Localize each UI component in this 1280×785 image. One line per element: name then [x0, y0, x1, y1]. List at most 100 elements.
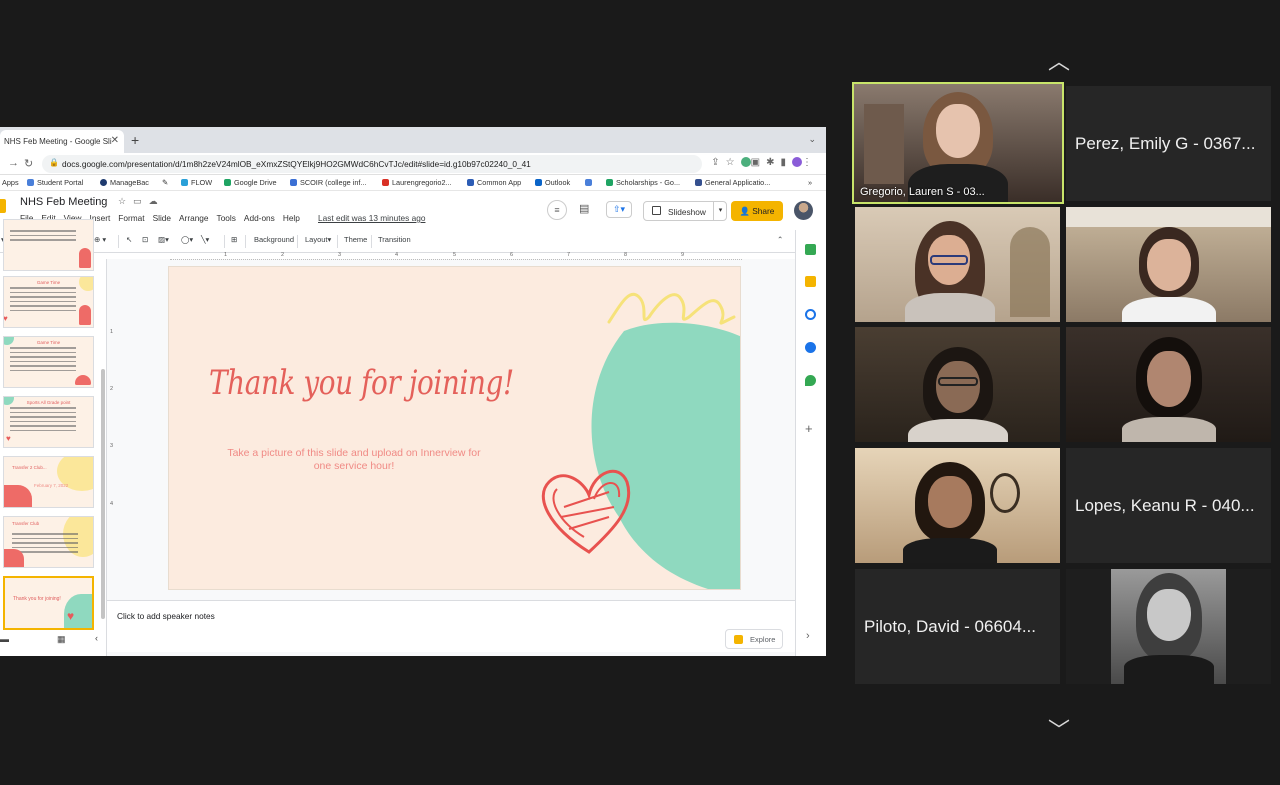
cast-icon[interactable]: ▣	[751, 157, 766, 168]
bookmarks-overflow-icon[interactable]: »	[808, 178, 812, 187]
participant-tile[interactable]: Piloto, David - 06604...	[855, 569, 1060, 684]
participant-video-tile[interactable]	[855, 207, 1060, 322]
slideshow-dropdown-icon[interactable]: ▾	[713, 201, 727, 221]
theme-button[interactable]: Theme	[344, 235, 367, 244]
comments-icon[interactable]: ▤	[579, 202, 589, 215]
layout-button[interactable]: Layout▾	[305, 235, 331, 244]
contacts-icon[interactable]	[805, 342, 816, 353]
bookmark-icon[interactable]: ✎	[162, 178, 168, 187]
slides-logo-icon[interactable]	[0, 199, 6, 213]
url-bar[interactable]: 🔒 docs.google.com/presentation/d/1m8h2ze…	[42, 155, 702, 173]
grid-view-icon[interactable]: ▦	[57, 634, 66, 645]
participant-tile[interactable]: Perez, Emily G - 0367...	[1066, 86, 1271, 201]
slide-thumbnail-selected[interactable]: Thank you for joining! ♥	[3, 576, 94, 630]
keep-icon[interactable]	[805, 276, 816, 287]
filmstrip-scrollbar[interactable]	[101, 369, 105, 619]
slide-thumbnail[interactable]: Sports All Grade point ♥	[3, 396, 94, 448]
explore-button[interactable]: Explore	[725, 629, 783, 649]
participant-video-tile[interactable]	[855, 327, 1060, 442]
bookmark-docs[interactable]	[585, 178, 595, 187]
list-view-icon[interactable]: ▬	[0, 634, 9, 644]
sidebar-icon[interactable]: ▮	[780, 157, 792, 168]
zoom-icon[interactable]: ⊕ ▾	[94, 235, 106, 244]
collapse-toolbar-icon[interactable]: ⌃	[777, 235, 783, 244]
forward-icon[interactable]: →	[8, 157, 19, 169]
bookmark-scholarships[interactable]: Scholarships - Go...	[606, 178, 680, 187]
menu-format[interactable]: Format	[118, 213, 144, 223]
profile-icon[interactable]	[792, 157, 802, 168]
last-edit-link[interactable]: Last edit was 13 minutes ago	[318, 213, 425, 223]
collapse-filmstrip-icon[interactable]: ‹	[95, 633, 98, 643]
image-icon[interactable]: ▨▾	[158, 235, 169, 244]
participant-video	[1114, 227, 1224, 322]
reload-icon[interactable]: ↻	[24, 157, 33, 170]
transition-button[interactable]: Transition	[378, 235, 411, 244]
share-button[interactable]: 👤 Share	[731, 201, 783, 221]
puzzle-icon[interactable]: ✱	[766, 157, 780, 168]
slide-thumbnail[interactable]: Transfer 2 Club... February 7, 2022	[3, 456, 94, 508]
share-page-icon[interactable]: ⇪	[711, 157, 725, 168]
menu-slide[interactable]: Slide	[153, 213, 171, 223]
bookmark-apps[interactable]: Apps	[2, 178, 19, 187]
tasks-icon[interactable]	[805, 309, 816, 320]
bookmark-gmail[interactable]: Laurengregorio2...	[382, 178, 452, 187]
bookmark-flow[interactable]: FLOW	[181, 178, 212, 187]
slide-thumbnail[interactable]: Game Time	[3, 336, 94, 388]
gallery-previous-icon[interactable]: ︿	[1048, 44, 1070, 76]
sheets-icon[interactable]	[805, 244, 816, 255]
bookmark-common-app[interactable]: Common App	[467, 178, 521, 187]
participant-video-tile[interactable]	[1066, 327, 1271, 442]
slide-subtitle[interactable]: Take a picture of this slide and upload …	[219, 447, 489, 473]
participant-video-tile[interactable]	[1066, 207, 1271, 322]
chevron-down-icon[interactable]: ⌄	[808, 134, 816, 145]
browser-tab[interactable]: NHS Feb Meeting - Google Sli ✕	[0, 130, 124, 153]
bookmark-google-drive[interactable]: Google Drive	[224, 178, 277, 187]
star-icon[interactable]: ☆	[118, 196, 133, 206]
participant-video	[1114, 573, 1224, 684]
present-meeting-button[interactable]: ⇧▾	[606, 201, 632, 218]
participant-video-tile[interactable]: Gregorio, Lauren S - 03...	[852, 82, 1064, 204]
folder-icon[interactable]: ▭	[133, 196, 149, 206]
avatar[interactable]	[794, 201, 813, 220]
slide-title[interactable]: Thank you for joining!	[209, 363, 514, 403]
new-tab-icon[interactable]: +	[131, 132, 139, 148]
background-button[interactable]: Background	[254, 235, 294, 244]
add-addon-icon[interactable]: +	[805, 421, 813, 436]
activity-icon[interactable]: ≡	[547, 200, 567, 220]
menu-arrange[interactable]: Arrange	[179, 213, 209, 223]
participant-video-tile[interactable]	[855, 448, 1060, 563]
expand-panel-icon[interactable]: ›	[806, 630, 810, 642]
menu-add-ons[interactable]: Add-ons	[244, 213, 275, 223]
bookmark-scoir[interactable]: SCOIR (college inf...	[290, 178, 367, 187]
line-icon[interactable]: ╲▾	[201, 235, 209, 244]
bookmark-managebac[interactable]: ManageBac	[100, 178, 149, 187]
tab-strip: NHS Feb Meeting - Google Sli ✕ + ⌄	[0, 127, 826, 153]
text-box-icon[interactable]: ⊡	[142, 235, 148, 244]
extension-icon[interactable]	[740, 157, 751, 168]
bookmark-student-portal[interactable]: Student Portal	[27, 178, 83, 187]
slideshow-button[interactable]: Slideshow ▾	[643, 201, 727, 221]
speaker-notes[interactable]: Click to add speaker notes	[107, 600, 795, 652]
shape-icon[interactable]: ◯▾	[181, 235, 193, 244]
participant-video-tile[interactable]	[1066, 569, 1271, 684]
bookmark-general-application[interactable]: General Applicatio...	[695, 178, 770, 187]
menu-help[interactable]: Help	[283, 213, 300, 223]
editing-toolbar: ▾ ↶ ↷ ⎙ ⌘ ⊕ ▾ ↖ ⊡ ▨▾ ◯▾ ╲▾ ⊞ Background …	[0, 231, 826, 253]
screen: NHS Feb Meeting - Google Sli ✕ + ⌄ → ↻ 🔒…	[0, 0, 1280, 785]
star-icon[interactable]: ☆	[726, 157, 741, 168]
gallery-next-icon[interactable]: ﹀	[1048, 713, 1070, 745]
menu-tools[interactable]: Tools	[217, 213, 236, 223]
participant-tile[interactable]: Lopes, Keanu R - 040...	[1066, 448, 1271, 563]
slide-thumbnail[interactable]	[3, 219, 94, 271]
bookmark-outlook[interactable]: Outlook	[535, 178, 570, 187]
close-tab-icon[interactable]: ✕	[111, 135, 119, 146]
maps-icon[interactable]	[805, 375, 816, 386]
document-title[interactable]: NHS Feb Meeting	[20, 196, 107, 208]
slide-thumbnail[interactable]: Game Time ♥	[3, 276, 94, 328]
kebab-menu-icon[interactable]: ⋮	[802, 157, 818, 168]
select-icon[interactable]: ↖	[126, 235, 132, 244]
slide-canvas[interactable]: Thank you for joining! Take a picture of…	[168, 266, 741, 590]
tab-title: NHS Feb Meeting - Google Sli	[4, 137, 112, 146]
comment-add-icon[interactable]: ⊞	[231, 235, 237, 244]
slide-thumbnail[interactable]: Transfer Club	[3, 516, 94, 568]
